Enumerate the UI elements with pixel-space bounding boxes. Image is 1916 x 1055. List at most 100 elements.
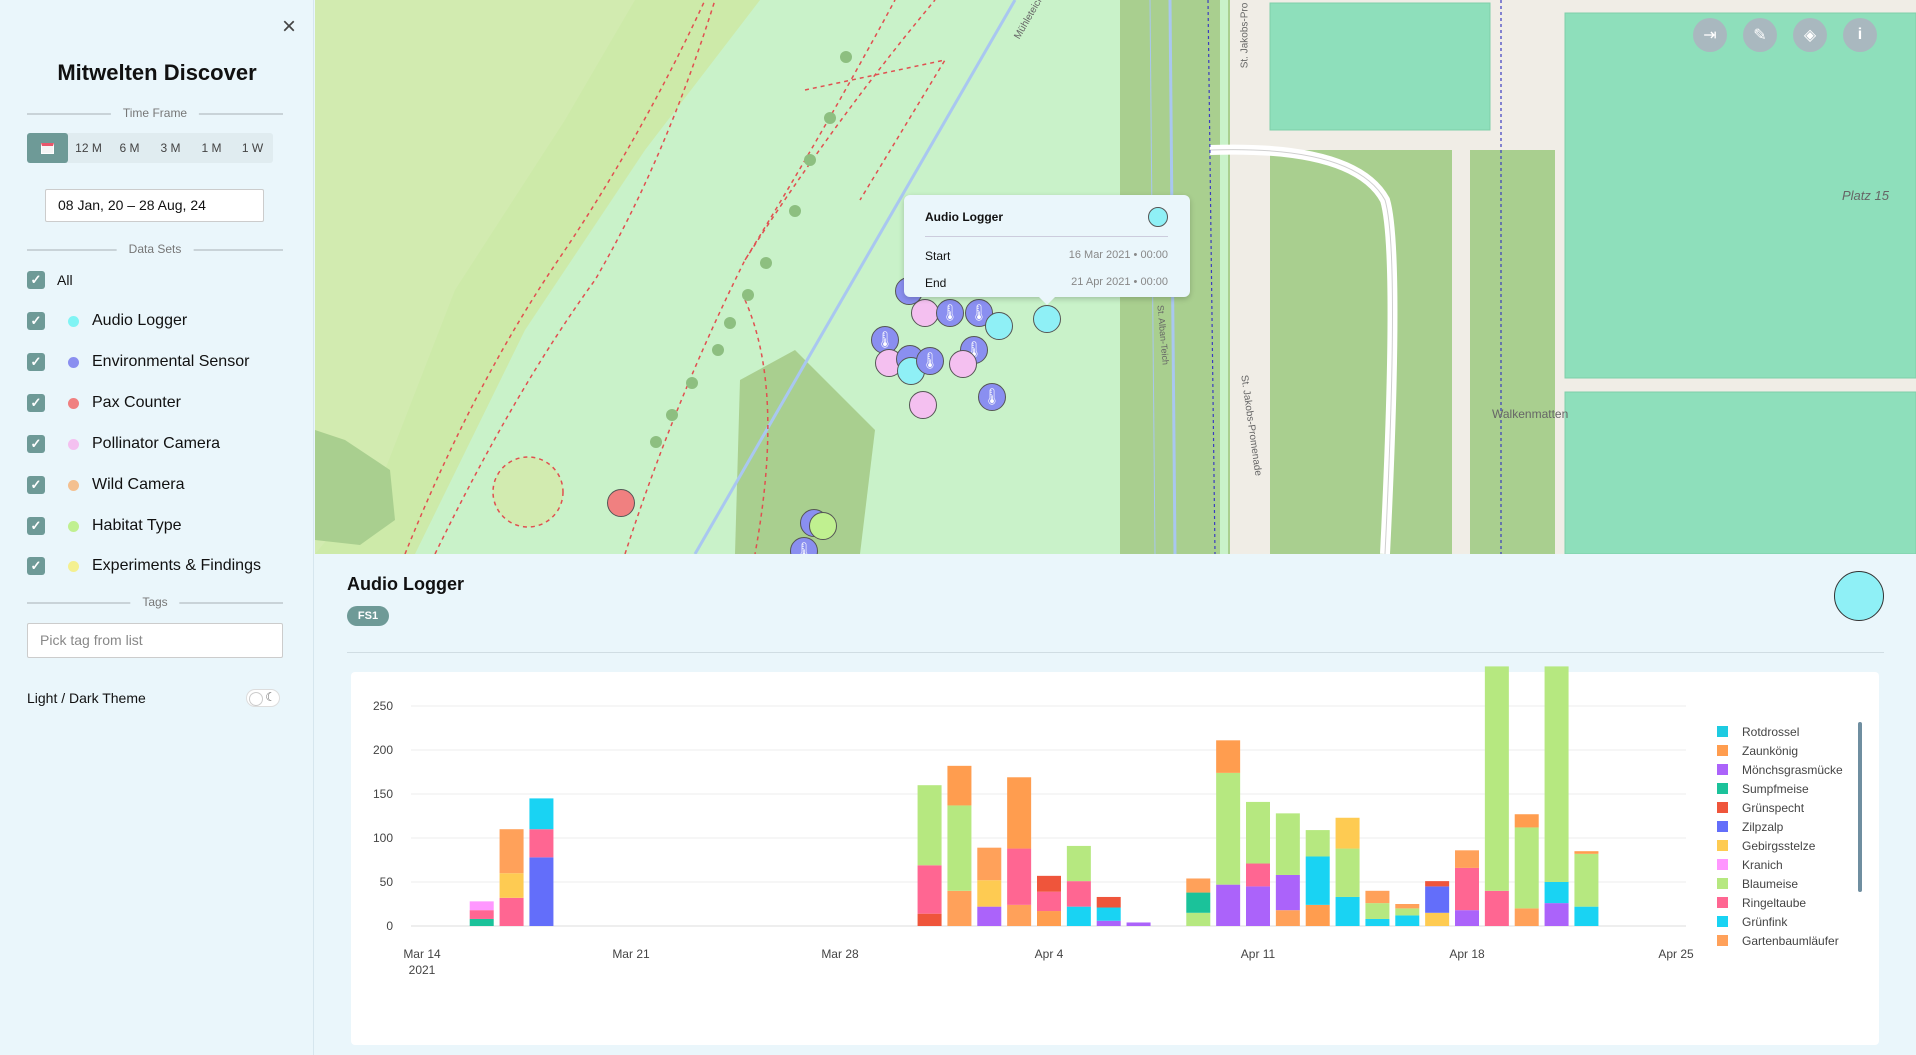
legend-label: Gartenbaumläufer	[1742, 933, 1839, 948]
pollinator-camera-marker[interactable]	[909, 391, 937, 419]
calendar-button[interactable]	[27, 133, 68, 163]
timeframe-selector: 12 M 6 M 3 M 1 M 1 W	[27, 133, 273, 163]
dataset-row[interactable]: ✓ Experiments & Findings	[27, 555, 261, 577]
close-sidebar-icon[interactable]: ×	[278, 15, 300, 39]
dataset-checkbox[interactable]: ✓	[27, 435, 45, 453]
timeframe-3m-button[interactable]: 3 M	[150, 133, 191, 163]
toggle-knob	[249, 692, 263, 706]
legend-label: Ringeltaube	[1742, 895, 1807, 910]
legend-item[interactable]: Ringeltaube	[1717, 893, 1843, 912]
legend-swatch	[1717, 859, 1728, 870]
dataset-label: Pollinator Camera	[92, 435, 221, 452]
timeframe-1w-button[interactable]: 1 W	[232, 133, 273, 163]
detail-title: Audio Logger	[347, 574, 464, 594]
comment-button[interactable]: ✎	[1743, 18, 1777, 52]
dataset-row[interactable]: ✓ Audio Logger	[27, 310, 187, 332]
legend-label: Mönchsgrasmücke	[1742, 762, 1843, 777]
legend-item[interactable]: Grünspecht	[1717, 798, 1843, 817]
environmental-sensor-marker[interactable]: 🌡	[916, 347, 944, 375]
timeframe-heading: Time Frame	[110, 106, 200, 120]
layers-button[interactable]: ◈	[1793, 18, 1827, 52]
tag-picker-input[interactable]: Pick tag from list	[27, 623, 283, 658]
dataset-row[interactable]: ✓ Pax Counter	[27, 392, 181, 414]
legend-item[interactable]: Mönchsgrasmücke	[1717, 760, 1843, 779]
timeframe-1m-button[interactable]: 1 M	[191, 133, 232, 163]
pax-counter-marker[interactable]	[607, 489, 635, 517]
legend-item[interactable]: Kranich	[1717, 855, 1843, 874]
dataset-color-dot	[68, 520, 79, 532]
dataset-row[interactable]: ✓ Habitat Type	[27, 515, 182, 537]
marker-popup: Audio Logger Start 16 Mar 2021 • 00:00 E…	[904, 195, 1190, 305]
dataset-label: Pax Counter	[92, 394, 181, 411]
habitat-type-marker[interactable]	[809, 512, 837, 540]
dataset-row[interactable]: ✓ Pollinator Camera	[27, 433, 220, 455]
legend-item[interactable]: Zilpzalp	[1717, 817, 1843, 836]
legend-item[interactable]: Zaunkönig	[1717, 741, 1843, 760]
legend-label: Zilpzalp	[1742, 819, 1784, 834]
dataset-row[interactable]: ✓ Wild Camera	[27, 474, 184, 496]
dataset-checkbox[interactable]: ✓	[27, 312, 45, 330]
dataset-color-dot	[68, 397, 79, 409]
popup-title: Audio Logger	[925, 210, 1003, 224]
map-view[interactable]: Mühleteich St. Jakobs-Pro St. Jakobs-Pro…	[315, 0, 1916, 554]
legend-item[interactable]: Gebirgsstelze	[1717, 836, 1843, 855]
popup-divider	[925, 236, 1168, 237]
legend-swatch	[1717, 935, 1728, 946]
dataset-all-row[interactable]: ✓ All	[27, 269, 73, 291]
legend-label: Grünfink	[1742, 914, 1788, 929]
popup-end-value: 21 Apr 2021 • 00:00	[1071, 276, 1168, 288]
legend-item[interactable]: Blaumeise	[1717, 874, 1843, 893]
tags-heading: Tags	[130, 595, 180, 609]
app-title: Mitwelten Discover	[57, 60, 257, 85]
legend-item[interactable]: Sumpfmeise	[1717, 779, 1843, 798]
environmental-sensor-marker[interactable]: 🌡	[936, 299, 964, 327]
timeframe-12m-button[interactable]: 12 M	[68, 133, 109, 163]
dataset-checkbox[interactable]: ✓	[27, 394, 45, 412]
dataset-color-dot	[68, 315, 79, 327]
dataset-color-dot	[68, 560, 79, 572]
pollinator-camera-marker[interactable]	[949, 350, 977, 378]
dataset-checkbox[interactable]: ✓	[27, 353, 45, 371]
legend-swatch	[1717, 726, 1728, 737]
datasets-divider: Data Sets	[27, 242, 283, 256]
legend-item[interactable]: Rotdrossel	[1717, 722, 1843, 741]
legend-scrollbar[interactable]	[1858, 722, 1862, 892]
dataset-checkbox[interactable]: ✓	[27, 557, 45, 575]
dataset-all-checkbox[interactable]: ✓	[27, 271, 45, 289]
dataset-color-dot	[68, 479, 79, 491]
legend-swatch	[1717, 802, 1728, 813]
dataset-checkbox[interactable]: ✓	[27, 517, 45, 535]
legend-swatch	[1717, 745, 1728, 756]
popup-start-value: 16 Mar 2021 • 00:00	[1068, 249, 1168, 261]
chart-card	[351, 672, 1879, 1045]
info-button[interactable]: i	[1843, 18, 1877, 52]
legend-swatch	[1717, 878, 1728, 889]
dataset-label: Wild Camera	[92, 476, 185, 493]
popup-start-label: Start	[925, 249, 951, 263]
legend-swatch	[1717, 783, 1728, 794]
date-range-input[interactable]: 08 Jan, 20 – 28 Aug, 24	[45, 189, 264, 222]
pollinator-camera-marker[interactable]	[911, 299, 939, 327]
legend-label: Gebirgsstelze	[1742, 838, 1816, 853]
theme-toggle[interactable]: ☾	[246, 689, 280, 707]
layers-icon: ◈	[1803, 27, 1817, 44]
legend-swatch	[1717, 840, 1728, 851]
dataset-color-dot	[68, 438, 79, 450]
map-label-platz: Platz 15	[1842, 188, 1889, 203]
legend-label: Blaumeise	[1742, 876, 1799, 891]
legend-label: Kranich	[1742, 857, 1783, 872]
dataset-checkbox[interactable]: ✓	[27, 476, 45, 494]
theme-label: Light / Dark Theme	[27, 690, 146, 706]
login-button[interactable]: ⇥	[1693, 18, 1727, 52]
environmental-sensor-marker[interactable]: 🌡	[978, 383, 1006, 411]
legend-item[interactable]: Gartenbaumläufer	[1717, 931, 1843, 950]
audio-logger-marker-selected[interactable]	[1033, 305, 1061, 333]
dataset-label: Audio Logger	[92, 312, 188, 329]
dataset-row[interactable]: ✓ Environmental Sensor	[27, 351, 249, 373]
legend-swatch	[1717, 897, 1728, 908]
audio-logger-marker[interactable]	[985, 312, 1013, 340]
thermometer-icon: 🌡	[981, 389, 1003, 406]
legend-item[interactable]: Grünfink	[1717, 912, 1843, 931]
datasets-heading: Data Sets	[116, 242, 194, 256]
timeframe-6m-button[interactable]: 6 M	[109, 133, 150, 163]
